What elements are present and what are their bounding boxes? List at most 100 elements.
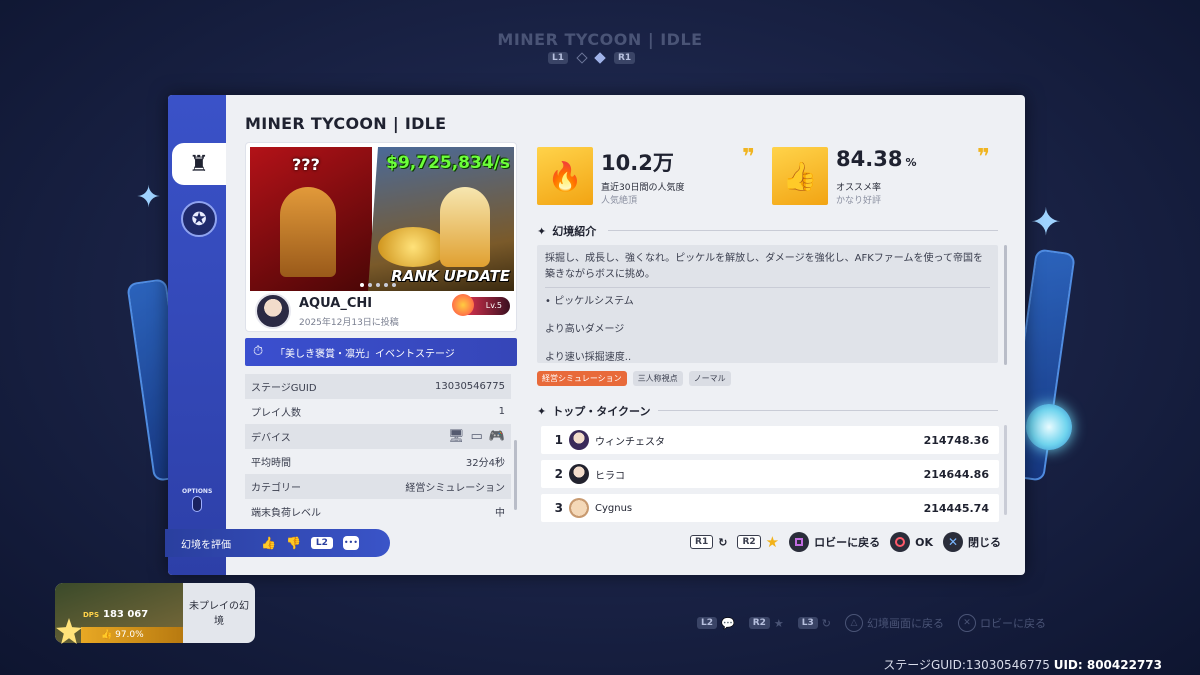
background-nav: L1 R1 (548, 52, 636, 64)
close-button[interactable]: ✕ 閉じる (943, 532, 1001, 552)
intro-header: ✦ 幻境紹介 (537, 224, 597, 239)
thumbs-up-icon: 👍 (772, 147, 828, 205)
tag-list: 経営シミュレーション 三人称視点 ノーマル (537, 371, 731, 386)
ranking-row[interactable]: 2 ヒラコ 214644.86 (541, 460, 999, 488)
miner-figure (280, 187, 336, 277)
l2-key: L2 (310, 537, 333, 549)
art-rank-text: RANK UPDATE (391, 267, 510, 285)
rank-number: 1 (554, 433, 563, 447)
tab-overview[interactable]: ♜ (172, 143, 226, 185)
popularity-label: 直近30日間の人気度 (601, 183, 685, 193)
info-row: カテゴリー 経営シミュレーション (245, 474, 511, 499)
intro-text: 採掘し、成長し、強くなれ。ピッケルを解放し、ダメージを強化し、AFKファームを使… (545, 253, 983, 280)
carousel-dot[interactable] (392, 283, 396, 287)
thumbs-up-icon: 👍 (101, 630, 113, 640)
footer-guid: ステージGUID:13030546775 (883, 658, 1050, 672)
art-money-text: $9,725,834/s (386, 153, 510, 173)
author-name[interactable]: AQUA_CHI (299, 296, 372, 311)
bottom-r2-button[interactable]: R2 ★ (748, 617, 784, 630)
coin-pile (378, 227, 448, 267)
info-row: ステージGUID 13030546775 (245, 374, 511, 399)
info-label: カテゴリー (251, 483, 301, 494)
divider (658, 410, 998, 411)
left-scrollbar[interactable] (514, 440, 517, 510)
info-value: 経営シミュレーション (405, 483, 505, 494)
tag[interactable]: 三人称視点 (632, 371, 683, 386)
sidebar: ♜ ✪ OPTIONS (168, 95, 226, 575)
triangle-button-icon: △ (845, 614, 863, 632)
pc-icon: 🖥 (448, 429, 465, 444)
options-label: OPTIONS (182, 488, 213, 495)
rate-stage-bar[interactable]: 幻境を評価 👍 👎 L2 ••• (165, 529, 390, 557)
carousel-dot[interactable] (384, 283, 388, 287)
comment-icon[interactable]: ••• (342, 536, 359, 550)
lobby-button[interactable]: ロビーに戻る (789, 532, 880, 552)
info-value: 13030546775 (435, 381, 505, 392)
event-stage-banner[interactable]: ⏱ 「美しき褒賞・凛光」イベントステージ (245, 338, 517, 366)
page-dot-active (594, 52, 606, 64)
right-scrollbar[interactable] (1004, 245, 1007, 365)
burst-icon (1026, 404, 1072, 450)
ranking-header: ✦ トップ・タイクーン (537, 404, 651, 419)
back-lobby-label: ロビーに戻る (980, 617, 1046, 630)
author-avatar[interactable] (255, 293, 291, 329)
refresh-icon: ↻ (718, 535, 728, 549)
star-icon: ★ (765, 533, 780, 551)
options-button[interactable] (192, 496, 202, 512)
cross-button-icon: ✕ (943, 532, 963, 552)
author-date: 2025年12月13日に投稿 (299, 318, 399, 328)
bottom-l2-button[interactable]: L2 💬 (697, 617, 735, 630)
circle-button-icon (890, 532, 911, 552)
r1-key[interactable]: R1 (614, 52, 636, 64)
carousel-dot[interactable] (360, 283, 364, 287)
ranking-row[interactable]: 3 Cygnus 214445.74 (541, 494, 999, 522)
stage-mini-card[interactable]: DPS 183 067 👍 97.0% 未プレイの幻境 (55, 583, 255, 643)
info-table: ステージGUID 13030546775 プレイ人数 1 デバイス 🖥 ▭ 🎮 … (245, 374, 511, 522)
refresh-button[interactable]: R1 ↻ (690, 535, 727, 549)
favorite-button[interactable]: R2 ★ (737, 533, 779, 551)
page-title: MINER TYCOON | IDLE (245, 114, 447, 133)
ranking-scrollbar[interactable] (1004, 425, 1007, 515)
event-label: 「美しき褒賞・凛光」イベントステージ (275, 348, 455, 360)
thumbnail-carousel[interactable]: ??? $9,725,834/s RANK UPDATE (250, 147, 514, 291)
gamepad-icon: 🎮 (488, 429, 505, 444)
player-name: ウィンチェスタ (595, 436, 665, 448)
art-left: ??? (250, 147, 372, 291)
player-score: 214644.86 (923, 467, 989, 481)
carousel-dot[interactable] (376, 283, 380, 287)
info-row: プレイ人数 1 (245, 399, 511, 424)
tab-rewards[interactable]: ✪ (172, 198, 226, 240)
quote-icon: ❞ (977, 145, 990, 170)
ranking-row[interactable]: 1 ウィンチェスタ 214748.36 (541, 426, 999, 454)
lobby-label: ロビーに戻る (814, 536, 881, 549)
l1-key[interactable]: L1 (548, 52, 568, 64)
flame-icon: 🔥 (537, 147, 593, 205)
comment-icon: 💬 (721, 616, 735, 630)
thumbs-up-icon[interactable]: 👍 (261, 536, 276, 550)
mini-card-text: 未プレイの幻境 (189, 601, 249, 627)
mini-rate: 👍 97.0% (81, 627, 183, 643)
star-icon: ✦ (1030, 200, 1062, 244)
tag[interactable]: ノーマル (688, 371, 731, 386)
recommend-stat: 👍 84.38% オススメ率 かなり好評 ❞ (772, 145, 997, 209)
info-row: 端末負荷レベル 中 (245, 499, 511, 522)
info-label: 端末負荷レベル (251, 508, 321, 519)
info-row: デバイス 🖥 ▭ 🎮 (245, 424, 511, 449)
close-label: 閉じる (968, 536, 1001, 549)
back-lobby-button[interactable]: ✕ ロビーに戻る (958, 614, 1046, 632)
carousel-dot[interactable] (368, 283, 372, 287)
art-question-text: ??? (292, 155, 320, 174)
player-name: Cygnus (595, 502, 633, 514)
background-title: MINER TYCOON | IDLE (497, 30, 703, 49)
stage-detail-panel: ♜ ✪ OPTIONS MINER TYCOON | IDLE ??? $9,7… (168, 95, 1025, 575)
bottom-l3-button[interactable]: L3 ↻ (797, 617, 831, 630)
divider (608, 230, 998, 231)
r1-key: R1 (690, 535, 714, 549)
info-label: ステージGUID (251, 383, 317, 394)
info-row: 平均時間 32分4秒 (245, 449, 511, 474)
intro-text-box[interactable]: 採掘し、成長し、強くなれ。ピッケルを解放し、ダメージを強化し、AFKファームを使… (537, 245, 998, 363)
thumbs-down-icon[interactable]: 👎 (286, 536, 301, 550)
ok-button[interactable]: OK (890, 532, 933, 552)
tag[interactable]: 経営シミュレーション (537, 371, 627, 386)
back-view-button[interactable]: △ 幻境画面に戻る (845, 614, 944, 632)
